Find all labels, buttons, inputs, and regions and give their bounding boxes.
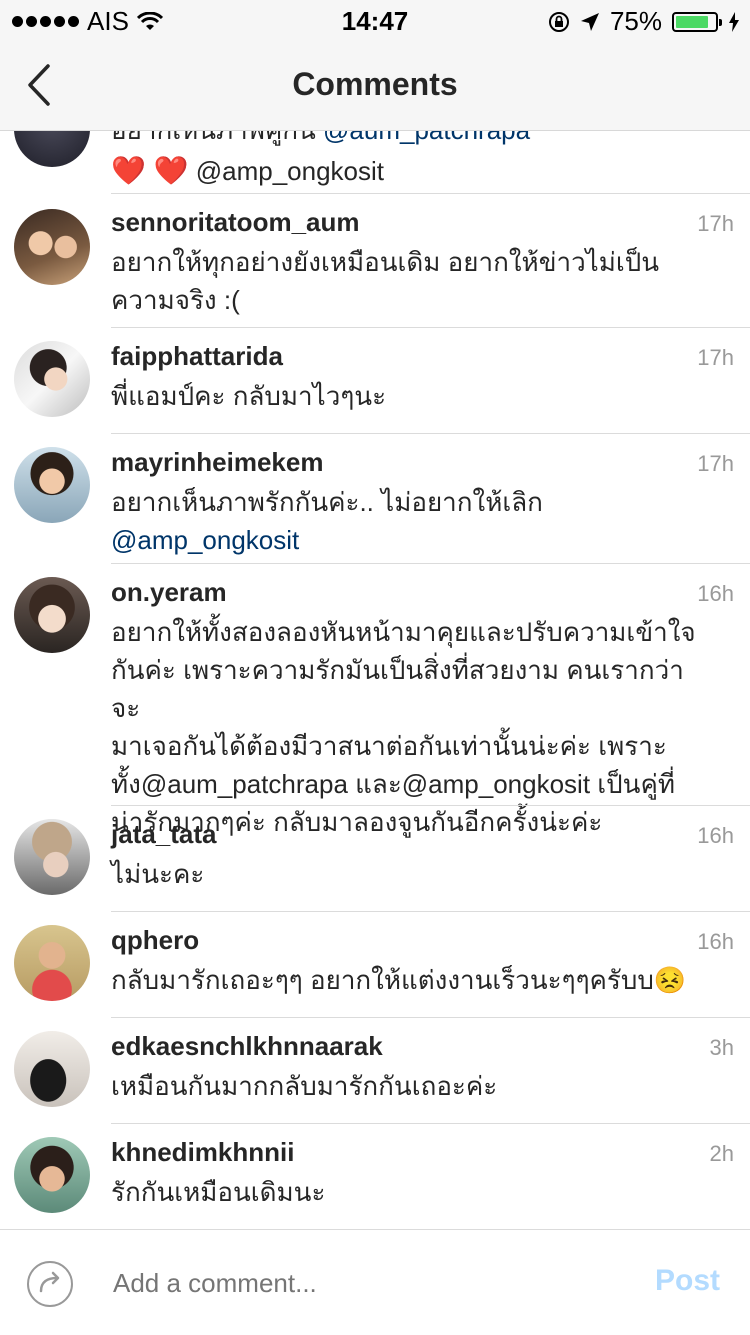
post-button[interactable]: Post <box>655 1264 720 1298</box>
comment-username[interactable]: edkaesnchlkhnnaarak <box>111 1031 383 1062</box>
comment-item: sennoritatoom_aum 17h อยากให้ทุกอย่างยัง… <box>0 193 750 328</box>
avatar[interactable] <box>14 577 90 653</box>
charging-bolt-icon <box>729 11 739 32</box>
status-bar: AIS 14:47 75% <box>0 0 750 40</box>
avatar[interactable] <box>14 131 90 167</box>
comment-text: ไม่นะคะ <box>111 859 205 889</box>
avatar[interactable] <box>14 341 90 417</box>
avatar[interactable] <box>14 819 90 895</box>
comment-item: jata_tata 16h ไม่นะคะ <box>0 805 750 912</box>
mention-link[interactable]: @amp_ongkosit <box>196 156 384 186</box>
comment-item: faipphattarida 17h พี่แอมป์คะ กลับมาไวๆน… <box>0 327 750 434</box>
comment-username[interactable]: on.yeram <box>111 577 227 608</box>
comment-item: khnedimkhnnii 2h รักกันเหมือนเดิมนะ <box>0 1123 750 1229</box>
comment-username[interactable]: khnedimkhnnii <box>111 1137 294 1168</box>
reply-arrow-icon[interactable] <box>26 1260 74 1308</box>
comment-item: mayrinheimekem 17h อยากเห็นภาพรักกันค่ะ.… <box>0 433 750 564</box>
battery-percent: 75% <box>609 6 662 36</box>
location-arrow-icon <box>580 12 599 31</box>
comment-text-line2: ❤️ ❤️ @amp_ongkosit <box>111 152 711 190</box>
navigation-bar: Comments <box>0 40 750 131</box>
avatar[interactable] <box>14 1137 90 1213</box>
comment-text: เหมือนกันมากกลับมารักกันเถอะค่ะ <box>111 1071 498 1101</box>
comment-username[interactable]: mayrinheimekem <box>111 447 323 478</box>
mention-link[interactable]: @aum_patchrapa <box>323 131 530 145</box>
comment-time: 17h <box>697 345 734 370</box>
comment-time: 2h <box>709 1141 734 1166</box>
comment-time: 16h <box>697 823 734 848</box>
comment-username[interactable]: qphero <box>111 925 199 956</box>
avatar[interactable] <box>14 209 90 285</box>
comment-time: 16h <box>697 929 734 954</box>
comment-list[interactable]: อยากเห็นภาพคู่กัน @aum_patchrapa ❤️ ❤️ @… <box>0 131 750 1229</box>
comment-text: พี่แอมป์คะ กลับมาไวๆนะ <box>111 381 387 411</box>
heart-emoji-icon: ❤️ ❤️ <box>111 155 189 186</box>
avatar[interactable] <box>14 1031 90 1107</box>
mention-link[interactable]: @amp_ongkosit <box>111 521 711 559</box>
comment-item-partial: อยากเห็นภาพคู่กัน @aum_patchrapa ❤️ ❤️ @… <box>0 131 750 194</box>
status-right: 75% <box>548 6 740 37</box>
comment-item: qphero 16h กลับมารักเถอะๆๆ อยากให้แต่งงา… <box>0 911 750 1018</box>
comment-composer: Post <box>0 1229 750 1335</box>
comment-time: 17h <box>697 211 734 236</box>
avatar[interactable] <box>14 447 90 523</box>
comment-text: อยากเห็นภาพคู่กัน @aum_patchrapa <box>111 131 711 149</box>
comment-time: 17h <box>697 451 734 476</box>
rotation-lock-icon <box>548 11 569 32</box>
comment-text: รักกันเหมือนเดิมนะ <box>111 1177 326 1207</box>
comment-username[interactable]: sennoritatoom_aum <box>111 207 360 238</box>
comment-input[interactable] <box>111 1267 615 1300</box>
comment-username[interactable]: faipphattarida <box>111 341 283 372</box>
comment-time: 3h <box>709 1035 734 1060</box>
comment-item: edkaesnchlkhnnaarak 3h เหมือนกันมากกลับม… <box>0 1017 750 1124</box>
comment-time: 16h <box>697 581 734 606</box>
battery-icon <box>672 11 722 32</box>
comment-text: กลับมารักเถอะๆๆ อยากให้แต่งงานเร็วนะๆๆคร… <box>111 965 687 995</box>
avatar[interactable] <box>14 925 90 1001</box>
comment-text: อยากให้ทุกอย่างยังเหมือนเดิม อยากให้ข่าว… <box>111 247 660 315</box>
comment-username[interactable]: jata_tata <box>111 819 217 850</box>
comment-text: อยากเห็นภาพรักกันค่ะ.. ไม่อยากให้เลิก @a… <box>111 483 711 559</box>
page-title: Comments <box>292 66 458 102</box>
comment-item: on.yeram 16h อยากให้ทั้งสองลองหันหน้ามาค… <box>0 563 750 837</box>
